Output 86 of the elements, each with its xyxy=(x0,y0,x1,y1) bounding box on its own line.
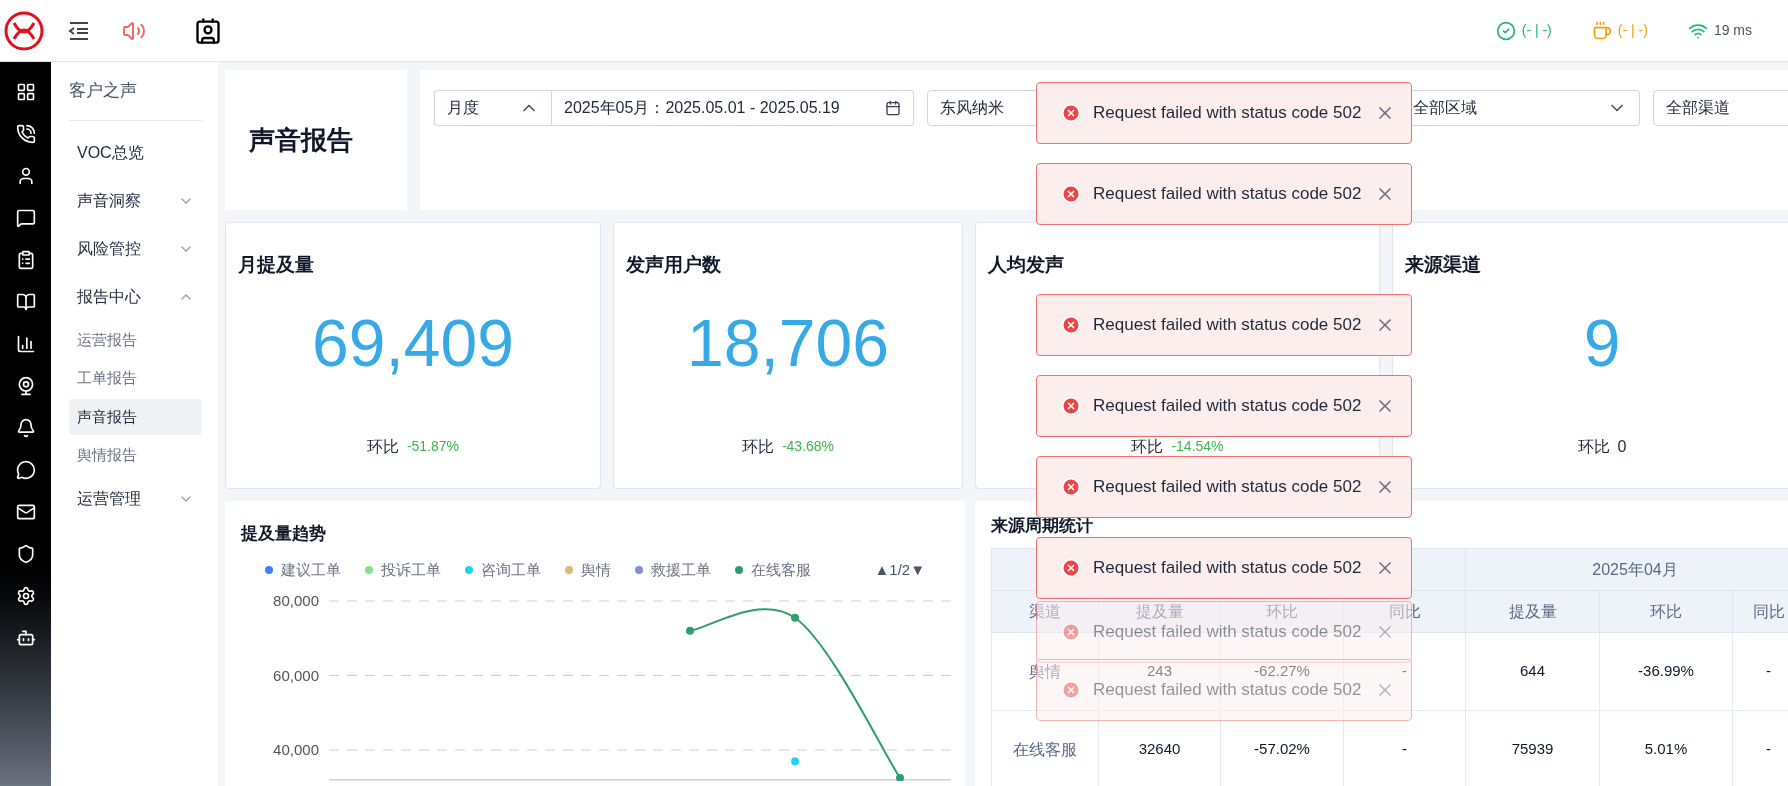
y-tick-label: 40,000 xyxy=(273,741,319,758)
logo-icon xyxy=(4,10,44,51)
kpi-value: 18,706 xyxy=(687,310,889,376)
error-icon xyxy=(1061,622,1081,642)
select-field[interactable]: 全部渠道 xyxy=(1653,90,1788,126)
message-icon[interactable] xyxy=(15,460,36,480)
error-icon xyxy=(1061,477,1081,497)
legend-label[interactable]: 舆情 xyxy=(581,558,611,581)
change-value: -51.87% xyxy=(406,437,460,456)
toast-message: Request failed with status code 502 xyxy=(1093,102,1362,125)
table-header: 提及量 xyxy=(1465,590,1600,633)
kpi-title: 发声用户数 xyxy=(626,255,721,274)
legend-label[interactable]: 建议工单 xyxy=(281,558,341,581)
grid-icon[interactable] xyxy=(15,82,36,102)
data-point xyxy=(686,626,694,635)
status-text: (- | -) xyxy=(1521,21,1552,40)
error-icon xyxy=(1061,103,1081,123)
legend-label[interactable]: 咨询工单 xyxy=(481,558,541,581)
table-header: 同比 xyxy=(1732,590,1788,633)
submenu-item[interactable]: 工单报告 xyxy=(69,360,202,397)
toast-message: Request failed with status code 502 xyxy=(1093,476,1362,499)
error-icon xyxy=(1061,558,1081,578)
table-cell: 644 xyxy=(1465,632,1600,711)
error-icon xyxy=(1061,184,1081,204)
toast-message: Request failed with status code 502 xyxy=(1093,395,1362,418)
change-label: 环比 xyxy=(366,437,399,457)
menu-group[interactable]: 运营管理 xyxy=(69,474,202,523)
chat-icon[interactable] xyxy=(15,208,36,228)
menu-title: 客户之声 xyxy=(69,78,202,121)
error-icon xyxy=(1061,680,1081,700)
check-circle-icon xyxy=(1495,20,1516,41)
book-icon[interactable] xyxy=(15,292,36,312)
kpi-title: 人均发声 xyxy=(988,255,1064,274)
change-label: 环比 xyxy=(1131,437,1164,457)
outdent-icon[interactable] xyxy=(68,20,90,41)
page-title: 声音报告 xyxy=(249,123,353,157)
submenu-item[interactable]: 声音报告 xyxy=(69,398,202,435)
toast-message: Request failed with status code 502 xyxy=(1093,183,1362,206)
data-point xyxy=(791,757,799,766)
change-value: 0 xyxy=(1617,437,1627,457)
mail-icon[interactable] xyxy=(15,502,36,522)
date-range-field[interactable]: 2025年05月：2025.05.01 - 2025.05.19 xyxy=(552,90,914,126)
legend-label[interactable]: 救援工单 xyxy=(651,558,711,581)
toast-message: Request failed with status code 502 xyxy=(1093,557,1362,580)
table-header: 环比 xyxy=(1599,590,1733,633)
change-value: -14.54% xyxy=(1171,437,1224,456)
robot-icon[interactable] xyxy=(15,628,36,648)
menu-group[interactable]: 风险管控 xyxy=(69,224,202,273)
legend-label[interactable]: 在线客服 xyxy=(751,558,811,581)
table-title: 来源周期统计 xyxy=(991,517,1094,534)
bar-chart-icon[interactable] xyxy=(15,334,36,354)
table-cell: -36.99% xyxy=(1599,632,1733,711)
calendar-icon xyxy=(885,100,901,116)
change-label: 环比 xyxy=(1577,437,1610,457)
phone-icon[interactable] xyxy=(15,124,36,144)
contact-icon[interactable] xyxy=(194,16,222,45)
menu-group[interactable]: 报告中心 xyxy=(69,272,202,321)
change-value: -43.68% xyxy=(781,437,835,456)
chart-title: 提及量趋势 xyxy=(241,523,327,545)
kpi-title: 来源渠道 xyxy=(1405,255,1481,274)
data-point xyxy=(791,613,799,622)
legend-label[interactable]: 投诉工单 xyxy=(381,558,441,581)
table-header: 2025年04月 xyxy=(1465,548,1788,591)
status-text: 19 ms xyxy=(1713,21,1752,40)
settings-icon[interactable] xyxy=(15,586,36,606)
error-icon xyxy=(1061,396,1081,416)
status-text: (- | -) xyxy=(1617,21,1648,40)
toast-message: Request failed with status code 502 xyxy=(1093,679,1362,702)
legend-pager[interactable]: ▲1/2▼ xyxy=(874,558,925,581)
change-label: 环比 xyxy=(741,437,774,457)
data-point xyxy=(896,773,904,781)
y-tick-label: 80,000 xyxy=(273,592,319,609)
kpi-value: 69,409 xyxy=(312,310,514,376)
toast-message: Request failed with status code 502 xyxy=(1093,314,1362,337)
select-field[interactable]: 月度 xyxy=(434,90,552,126)
submenu-item[interactable]: 运营报告 xyxy=(69,321,202,358)
y-tick-label: 60,000 xyxy=(273,666,319,684)
menu-item[interactable]: VOC总览 xyxy=(69,128,202,177)
kpi-title: 月提及量 xyxy=(238,255,314,274)
bell-icon[interactable] xyxy=(15,418,36,438)
coffee-icon xyxy=(1591,20,1612,41)
table-cell: 在线客服 xyxy=(991,710,1099,786)
menu-group[interactable]: 声音洞察 xyxy=(69,176,202,225)
kpi-value: 9 xyxy=(1583,310,1621,376)
error-icon xyxy=(1061,315,1081,335)
submenu-item[interactable]: 舆情报告 xyxy=(69,437,202,474)
